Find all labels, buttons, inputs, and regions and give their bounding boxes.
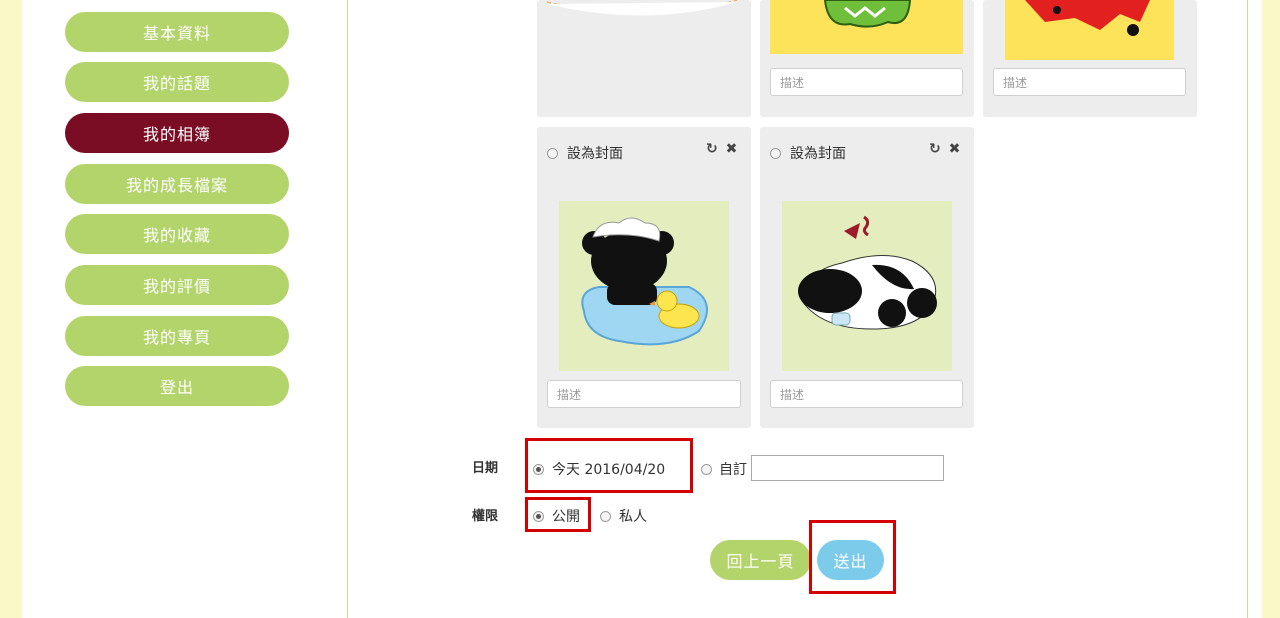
close-icon[interactable]: ✖ (726, 141, 738, 157)
refresh-icon[interactable]: ↻ (929, 141, 941, 157)
photo-description-input[interactable]: 描述 (993, 68, 1186, 96)
set-cover-label: 設為封面 (790, 146, 846, 162)
date-custom-radio[interactable] (701, 463, 712, 475)
back-button[interactable]: 回上一頁 (710, 540, 811, 580)
photo-description-input[interactable]: 描述 (547, 380, 741, 408)
photo-card: 設為封面 ↻ ✖ 描述 (760, 127, 974, 428)
sidebar-item-reviews[interactable]: 我的評價 (65, 265, 289, 305)
refresh-icon[interactable]: ↻ (706, 141, 718, 157)
sidebar-item-profile[interactable]: 基本資料 (65, 12, 289, 52)
date-label: 日期 (472, 461, 499, 476)
permission-public-radio[interactable] (533, 510, 544, 522)
content-divider-left (347, 0, 348, 618)
sidebar-item-favorites[interactable]: 我的收藏 (65, 214, 289, 254)
set-cover-option[interactable]: 設為封面 (770, 143, 846, 163)
date-today-text: 今天 2016/04/20 (552, 462, 666, 478)
permission-private-radio[interactable] (600, 510, 611, 522)
date-custom-option[interactable]: 自訂 (701, 459, 747, 479)
photo-card: 描述 (760, 0, 974, 117)
permission-public-text: 公開 (552, 509, 580, 525)
sidebar-item-logout[interactable]: 登出 (65, 366, 289, 406)
close-icon[interactable]: ✖ (949, 141, 961, 157)
date-today-option[interactable]: 今天 2016/04/20 (533, 459, 665, 479)
photo-thumbnail (782, 201, 952, 371)
sidebar-item-my-page[interactable]: 我的專頁 (65, 316, 289, 356)
sidebar-item-growth-record[interactable]: 我的成長檔案 (65, 164, 289, 204)
permission-label: 權限 (472, 509, 499, 524)
highlight-box-submit (809, 520, 896, 594)
photo-description-input[interactable]: 描述 (770, 380, 963, 408)
photo-description-input[interactable]: 描述 (770, 68, 963, 96)
set-cover-label: 設為封面 (567, 146, 623, 162)
content-divider-right (1247, 0, 1248, 618)
permission-private-option[interactable]: 私人 (600, 506, 647, 526)
sidebar-item-albums[interactable]: 我的相簿 (65, 113, 289, 153)
sidebar-item-topics[interactable]: 我的話題 (65, 62, 289, 102)
date-today-radio[interactable] (533, 463, 544, 475)
photo-card: 描述 (983, 0, 1197, 117)
permission-private-text: 私人 (619, 509, 647, 525)
photo-card (537, 0, 751, 117)
photo-thumbnail (1005, 0, 1174, 60)
photo-thumbnail (770, 0, 963, 54)
set-cover-option[interactable]: 設為封面 (547, 143, 623, 163)
custom-date-input[interactable] (751, 455, 944, 481)
photo-card-tools: ↻ ✖ (706, 141, 737, 157)
photo-thumbnail (559, 201, 729, 371)
set-cover-radio[interactable] (770, 147, 781, 159)
set-cover-radio[interactable] (547, 147, 558, 159)
date-custom-text: 自訂 (719, 462, 747, 478)
permission-public-option[interactable]: 公開 (533, 506, 580, 526)
photo-card: 設為封面 ↻ ✖ 描述 (537, 127, 751, 428)
photo-card-tools: ↻ ✖ (929, 141, 960, 157)
photo-thumbnail (546, 0, 738, 16)
